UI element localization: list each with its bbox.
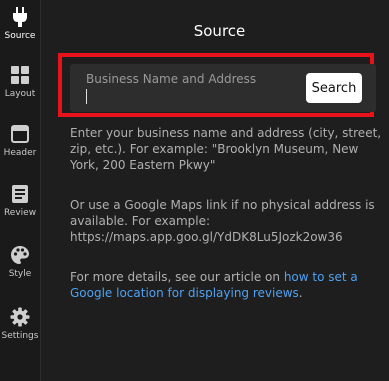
help-text-details-suffix: . xyxy=(298,286,303,300)
sidebar-item-source[interactable]: Source xyxy=(0,0,40,56)
sidebar-item-style[interactable]: Style xyxy=(0,238,40,294)
plug-icon xyxy=(9,6,31,28)
sidebar-item-label: Settings xyxy=(1,331,39,341)
search-button[interactable]: Search xyxy=(306,73,362,103)
gear-icon xyxy=(9,306,31,328)
search-input[interactable] xyxy=(82,68,297,106)
sidebar-item-layout[interactable]: Layout xyxy=(0,58,40,114)
app-window: Source Layout Header Review Style Settin… xyxy=(0,0,389,381)
palette-icon xyxy=(9,244,31,266)
help-text-details-prefix: For more details, see our article on xyxy=(70,270,284,284)
help-text-details: For more details, see our article on how… xyxy=(70,269,382,301)
sidebar-item-label: Style xyxy=(8,269,32,279)
sidebar-item-label: Layout xyxy=(4,89,36,99)
sidebar-item-settings[interactable]: Settings xyxy=(0,300,40,356)
search-bar: Business Name and Address Search xyxy=(70,64,376,112)
grid-icon xyxy=(9,64,31,86)
sidebar-item-review[interactable]: Review xyxy=(0,177,40,233)
help-text-address: Enter your business name and address (ci… xyxy=(70,126,382,172)
sidebar-item-label: Source xyxy=(4,31,36,41)
header-icon xyxy=(9,123,31,145)
sidebar-item-header[interactable]: Header xyxy=(0,117,40,173)
sidebar-item-label: Review xyxy=(3,208,37,218)
review-icon xyxy=(9,183,31,205)
help-text-maps-link: Or use a Google Maps link if no physical… xyxy=(70,198,375,244)
page-title: Source xyxy=(193,22,246,40)
sidebar-item-label: Header xyxy=(3,148,37,158)
sidebar: Source Layout Header Review Style Settin… xyxy=(0,0,41,381)
